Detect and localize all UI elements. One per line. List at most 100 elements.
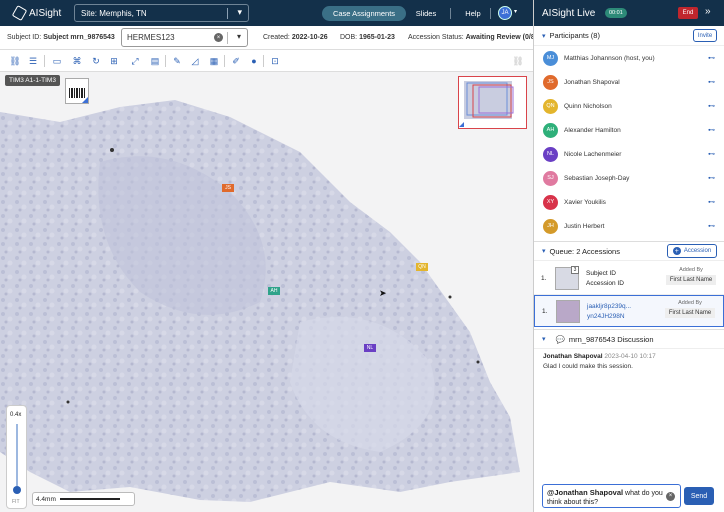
caret-down-icon[interactable]: ▾ xyxy=(542,335,546,343)
avatar: XY xyxy=(543,194,558,210)
logo-hexagon-icon xyxy=(11,5,28,21)
monitor-icon[interactable]: ▭ xyxy=(51,55,63,67)
zoom-level: 0.4x xyxy=(10,412,22,418)
tag-icon[interactable]: ▤ xyxy=(149,55,161,67)
follow-view-icon[interactable]: ⊷ xyxy=(708,126,715,134)
follow-view-icon[interactable]: ⊷ xyxy=(708,198,715,206)
send-button[interactable]: Send xyxy=(684,487,714,505)
dob: DOB: 1965-01-23 xyxy=(340,34,395,41)
participant-row[interactable]: JH Justin Herbert ⊷ xyxy=(534,214,724,238)
avatar: JH xyxy=(543,218,558,234)
participant-row[interactable]: XY Xavier Youkilis ⊷ xyxy=(534,190,724,214)
comment-icon[interactable]: ● xyxy=(248,55,260,67)
clear-icon[interactable]: × xyxy=(666,492,675,501)
scale-bar: 4.4mm xyxy=(32,492,135,506)
case-info-bar: Subject ID: Subject mrn_9876543 HERMES12… xyxy=(0,26,537,50)
queue-item-number: 1. xyxy=(541,275,547,282)
follow-view-icon[interactable]: ⊷ xyxy=(708,102,715,110)
divider xyxy=(490,8,491,19)
collapse-panel-icon[interactable]: » xyxy=(705,6,711,17)
chevron-down-icon[interactable]: ▾ xyxy=(237,32,241,41)
participant-row[interactable]: NL Nicole Lachenmeier ⊷ xyxy=(534,142,724,166)
ruler-icon[interactable]: ◿ xyxy=(189,55,201,67)
follow-view-icon[interactable]: ⊷ xyxy=(708,174,715,182)
participant-row[interactable]: MJ Matthias Johannson (host, you) ⊷ xyxy=(534,46,724,70)
caret-down-icon[interactable]: ▾ xyxy=(542,32,546,40)
invite-button[interactable]: Invite xyxy=(693,29,717,42)
scale-line xyxy=(59,498,120,500)
live-title: AISight Live xyxy=(542,7,596,19)
session-timer: 00:01 xyxy=(605,8,627,18)
avatar: SJ xyxy=(543,170,558,186)
queue-item-selected[interactable]: 1. jaakljr8p239q... yn24JH298N Added By … xyxy=(534,295,724,327)
case-select[interactable]: HERMES123 × ▾ xyxy=(121,28,248,47)
tissue-image[interactable] xyxy=(0,72,533,512)
eyedropper-icon[interactable]: ✐ xyxy=(230,55,242,67)
zoom-fit[interactable]: FIT xyxy=(12,499,20,505)
pen-icon[interactable]: ✎ xyxy=(171,55,183,67)
participant-cursor-marker: NL xyxy=(364,344,376,352)
zoom-slider[interactable]: 0.4x FIT xyxy=(6,405,27,509)
added-by-label: Added By xyxy=(679,267,703,273)
add-accession-label: Accession xyxy=(683,248,712,254)
message-text: Glad I could make this session. xyxy=(543,363,633,370)
participants-header[interactable]: ▾ Participants (8) Invite xyxy=(534,26,724,46)
list-icon[interactable]: ☰ xyxy=(27,55,39,67)
subject-id-value: Subject mrn_9876543 xyxy=(43,34,115,41)
calculator-icon[interactable]: ▦ xyxy=(208,55,220,67)
caret-down-icon[interactable]: ▾ xyxy=(542,247,546,255)
dob-value: 1965-01-23 xyxy=(359,34,395,41)
avatar: JS xyxy=(543,74,558,90)
participant-name: Jonathan Shapoval xyxy=(564,78,620,86)
clear-icon[interactable]: × xyxy=(214,33,223,42)
chat-bubbles-icon: 💬 xyxy=(555,334,565,344)
slide-thumbnail xyxy=(556,300,580,323)
participant-row[interactable]: AH Alexander Hamilton ⊷ xyxy=(534,118,724,142)
screenshot-icon[interactable]: ⊡ xyxy=(269,55,281,67)
app-logo[interactable]: AISight xyxy=(11,5,62,21)
mouse-cursor-icon: ➤ xyxy=(379,288,387,298)
end-session-button[interactable]: End xyxy=(678,7,698,19)
app-name: AISight xyxy=(29,7,62,19)
nav-slides[interactable]: Slides xyxy=(410,6,442,21)
avatar: NL xyxy=(543,146,558,162)
rotate-icon[interactable]: ↻ xyxy=(90,55,102,67)
subject-id: Subject ID: Subject mrn_9876543 xyxy=(7,34,115,41)
zoom-handle[interactable] xyxy=(13,486,21,494)
follow-view-icon[interactable]: ⊷ xyxy=(708,54,715,62)
message-input[interactable]: @Jonathan Shapoval what do you think abo… xyxy=(542,484,681,508)
slide-count-badge: 3 xyxy=(571,266,579,274)
chat-message: Jonathan Shapoval 2023-04-10 10:17 Glad … xyxy=(534,349,724,374)
added-by-label: Added By xyxy=(678,300,702,306)
participant-row[interactable]: SJ Sebastian Joseph-Day ⊷ xyxy=(534,166,724,190)
participant-name: Nicole Lachenmeier xyxy=(564,150,622,158)
follow-view-icon[interactable]: ⊷ xyxy=(708,150,715,158)
discussion-header[interactable]: ▾ 💬 mrn_9876543 Discussion xyxy=(534,329,724,349)
queue-header[interactable]: ▾ Queue: 2 Accessions + Accession xyxy=(534,241,724,261)
user-avatar[interactable]: JA xyxy=(498,6,512,20)
participant-row[interactable]: JS Jonathan Shapoval ⊷ xyxy=(534,70,724,94)
accession-status-label: Accession Status: xyxy=(408,34,464,41)
link-disabled-icon: ⛓ xyxy=(512,55,524,66)
follow-view-icon[interactable]: ⊷ xyxy=(708,222,715,230)
scale-label: 4.4mm xyxy=(36,495,56,503)
queue-item-subject: jaakljr8p239q... xyxy=(587,303,632,310)
participant-row[interactable]: QN Quinn Nicholson ⊷ xyxy=(534,94,724,118)
link-icon[interactable]: ⛓ xyxy=(9,55,21,67)
mention-chip: @Jonathan Shapoval xyxy=(547,488,624,497)
site-selector[interactable]: Site: Memphis, TN ▾ xyxy=(74,4,249,22)
created-date: Created: 2022-10-26 xyxy=(263,34,328,41)
slide-viewer[interactable]: TIM3 A1-1-TIM3 JS QN AH NL ➤ 0.4x FIT 4.… xyxy=(0,72,533,512)
add-accession-button[interactable]: + Accession xyxy=(667,244,717,258)
expand-icon[interactable]: ⤢ xyxy=(129,55,141,67)
nav-help[interactable]: Help xyxy=(460,6,486,21)
queue-item[interactable]: 1. 3 Subject ID Accession ID Added By Fi… xyxy=(534,263,724,295)
zoom-track[interactable] xyxy=(16,424,18,486)
chevron-down-icon[interactable]: ▾ xyxy=(514,8,517,15)
nav-case-assignments[interactable]: Case Assignments xyxy=(322,6,406,21)
site-selector-label: Site: Memphis, TN xyxy=(81,8,147,18)
network-icon[interactable]: ⌘ xyxy=(71,55,83,67)
follow-view-icon[interactable]: ⊷ xyxy=(708,78,715,86)
grid-icon[interactable]: ⊞ xyxy=(108,55,120,67)
minimap[interactable] xyxy=(458,76,527,129)
